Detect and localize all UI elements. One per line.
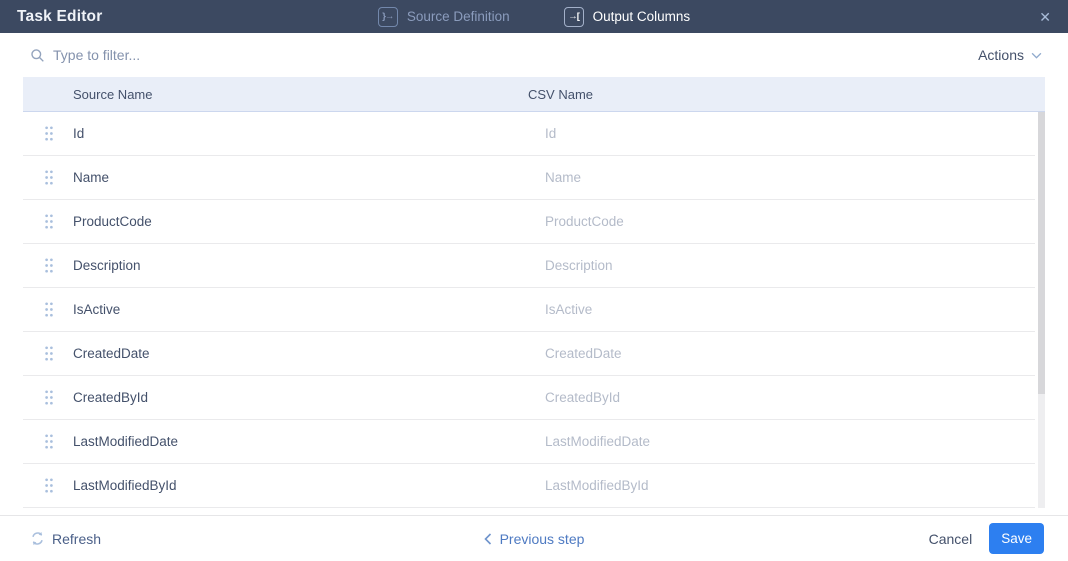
table-body-wrap: Id Name ProductCod xyxy=(23,112,1045,508)
output-columns-icon: →[ xyxy=(564,7,584,27)
drag-handle-icon[interactable] xyxy=(23,389,73,406)
drag-handle-icon[interactable] xyxy=(23,257,73,274)
previous-step-label: Previous step xyxy=(500,531,585,547)
csv-name-input[interactable] xyxy=(545,390,1035,405)
csv-name-input[interactable] xyxy=(545,434,1035,449)
task-editor-modal: Task Editor }→ Source Definition →[ Outp… xyxy=(0,0,1068,561)
table-body: Id Name ProductCod xyxy=(23,112,1035,508)
source-name-cell: CreatedDate xyxy=(73,346,545,361)
tab-source-definition[interactable]: }→ Source Definition xyxy=(378,7,510,27)
drag-handle-icon[interactable] xyxy=(23,169,73,186)
column-header-csv-name: CSV Name xyxy=(528,87,1045,102)
vertical-scrollbar[interactable] xyxy=(1038,112,1045,508)
titlebar: Task Editor }→ Source Definition →[ Outp… xyxy=(0,0,1068,33)
filter-input[interactable] xyxy=(53,47,373,63)
table-header: Source Name CSV Name xyxy=(23,77,1045,112)
actions-label: Actions xyxy=(978,47,1024,63)
refresh-label: Refresh xyxy=(52,531,101,547)
previous-step-button[interactable]: Previous step xyxy=(484,531,585,547)
refresh-button[interactable]: Refresh xyxy=(30,531,101,547)
table-row: CreatedDate xyxy=(23,332,1035,376)
drag-handle-icon[interactable] xyxy=(23,301,73,318)
search-icon xyxy=(30,48,45,63)
csv-name-input[interactable] xyxy=(545,302,1035,317)
tab-label: Source Definition xyxy=(407,9,510,24)
csv-name-input[interactable] xyxy=(545,214,1035,229)
scrollbar-thumb[interactable] xyxy=(1038,112,1045,394)
csv-name-input[interactable] xyxy=(545,478,1035,493)
csv-name-input[interactable] xyxy=(545,170,1035,185)
table-row: Id xyxy=(23,112,1035,156)
footer: Refresh Previous step Cancel Save xyxy=(0,515,1068,561)
header-tabs: }→ Source Definition →[ Output Columns xyxy=(0,0,1068,33)
tab-label: Output Columns xyxy=(593,9,691,24)
refresh-icon xyxy=(30,531,45,546)
drag-handle-icon[interactable] xyxy=(23,125,73,142)
source-name-cell: IsActive xyxy=(73,302,545,317)
chevron-left-icon xyxy=(484,533,492,545)
table-row: CreatedById xyxy=(23,376,1035,420)
toolbar: Actions xyxy=(0,33,1068,77)
drag-handle-icon[interactable] xyxy=(23,345,73,362)
actions-dropdown[interactable]: Actions xyxy=(978,47,1042,63)
drag-handle-icon[interactable] xyxy=(23,213,73,230)
column-header-source-name: Source Name xyxy=(73,87,528,102)
table-row: LastModifiedById xyxy=(23,464,1035,508)
drag-handle-icon[interactable] xyxy=(23,477,73,494)
source-definition-icon: }→ xyxy=(378,7,398,27)
source-name-cell: LastModifiedDate xyxy=(73,434,545,449)
drag-handle-icon[interactable] xyxy=(23,433,73,450)
csv-name-input[interactable] xyxy=(545,346,1035,361)
csv-name-input[interactable] xyxy=(545,258,1035,273)
source-name-cell: Description xyxy=(73,258,545,273)
source-name-cell: ProductCode xyxy=(73,214,545,229)
csv-name-input[interactable] xyxy=(545,126,1035,141)
cancel-button[interactable]: Cancel xyxy=(929,531,973,547)
source-name-cell: LastModifiedById xyxy=(73,478,545,493)
table-row: Name xyxy=(23,156,1035,200)
tab-output-columns[interactable]: →[ Output Columns xyxy=(564,7,691,27)
filter-wrap xyxy=(30,47,978,63)
table-row: ProductCode xyxy=(23,200,1035,244)
source-name-cell: CreatedById xyxy=(73,390,545,405)
source-name-cell: Name xyxy=(73,170,545,185)
chevron-down-icon xyxy=(1031,52,1042,59)
save-button[interactable]: Save xyxy=(989,523,1044,554)
table-row: LastModifiedDate xyxy=(23,420,1035,464)
table-row: Description xyxy=(23,244,1035,288)
source-name-cell: Id xyxy=(73,126,545,141)
footer-actions: Cancel Save xyxy=(929,523,1044,554)
output-columns-table: Source Name CSV Name Id xyxy=(23,77,1045,508)
table-row: IsActive xyxy=(23,288,1035,332)
